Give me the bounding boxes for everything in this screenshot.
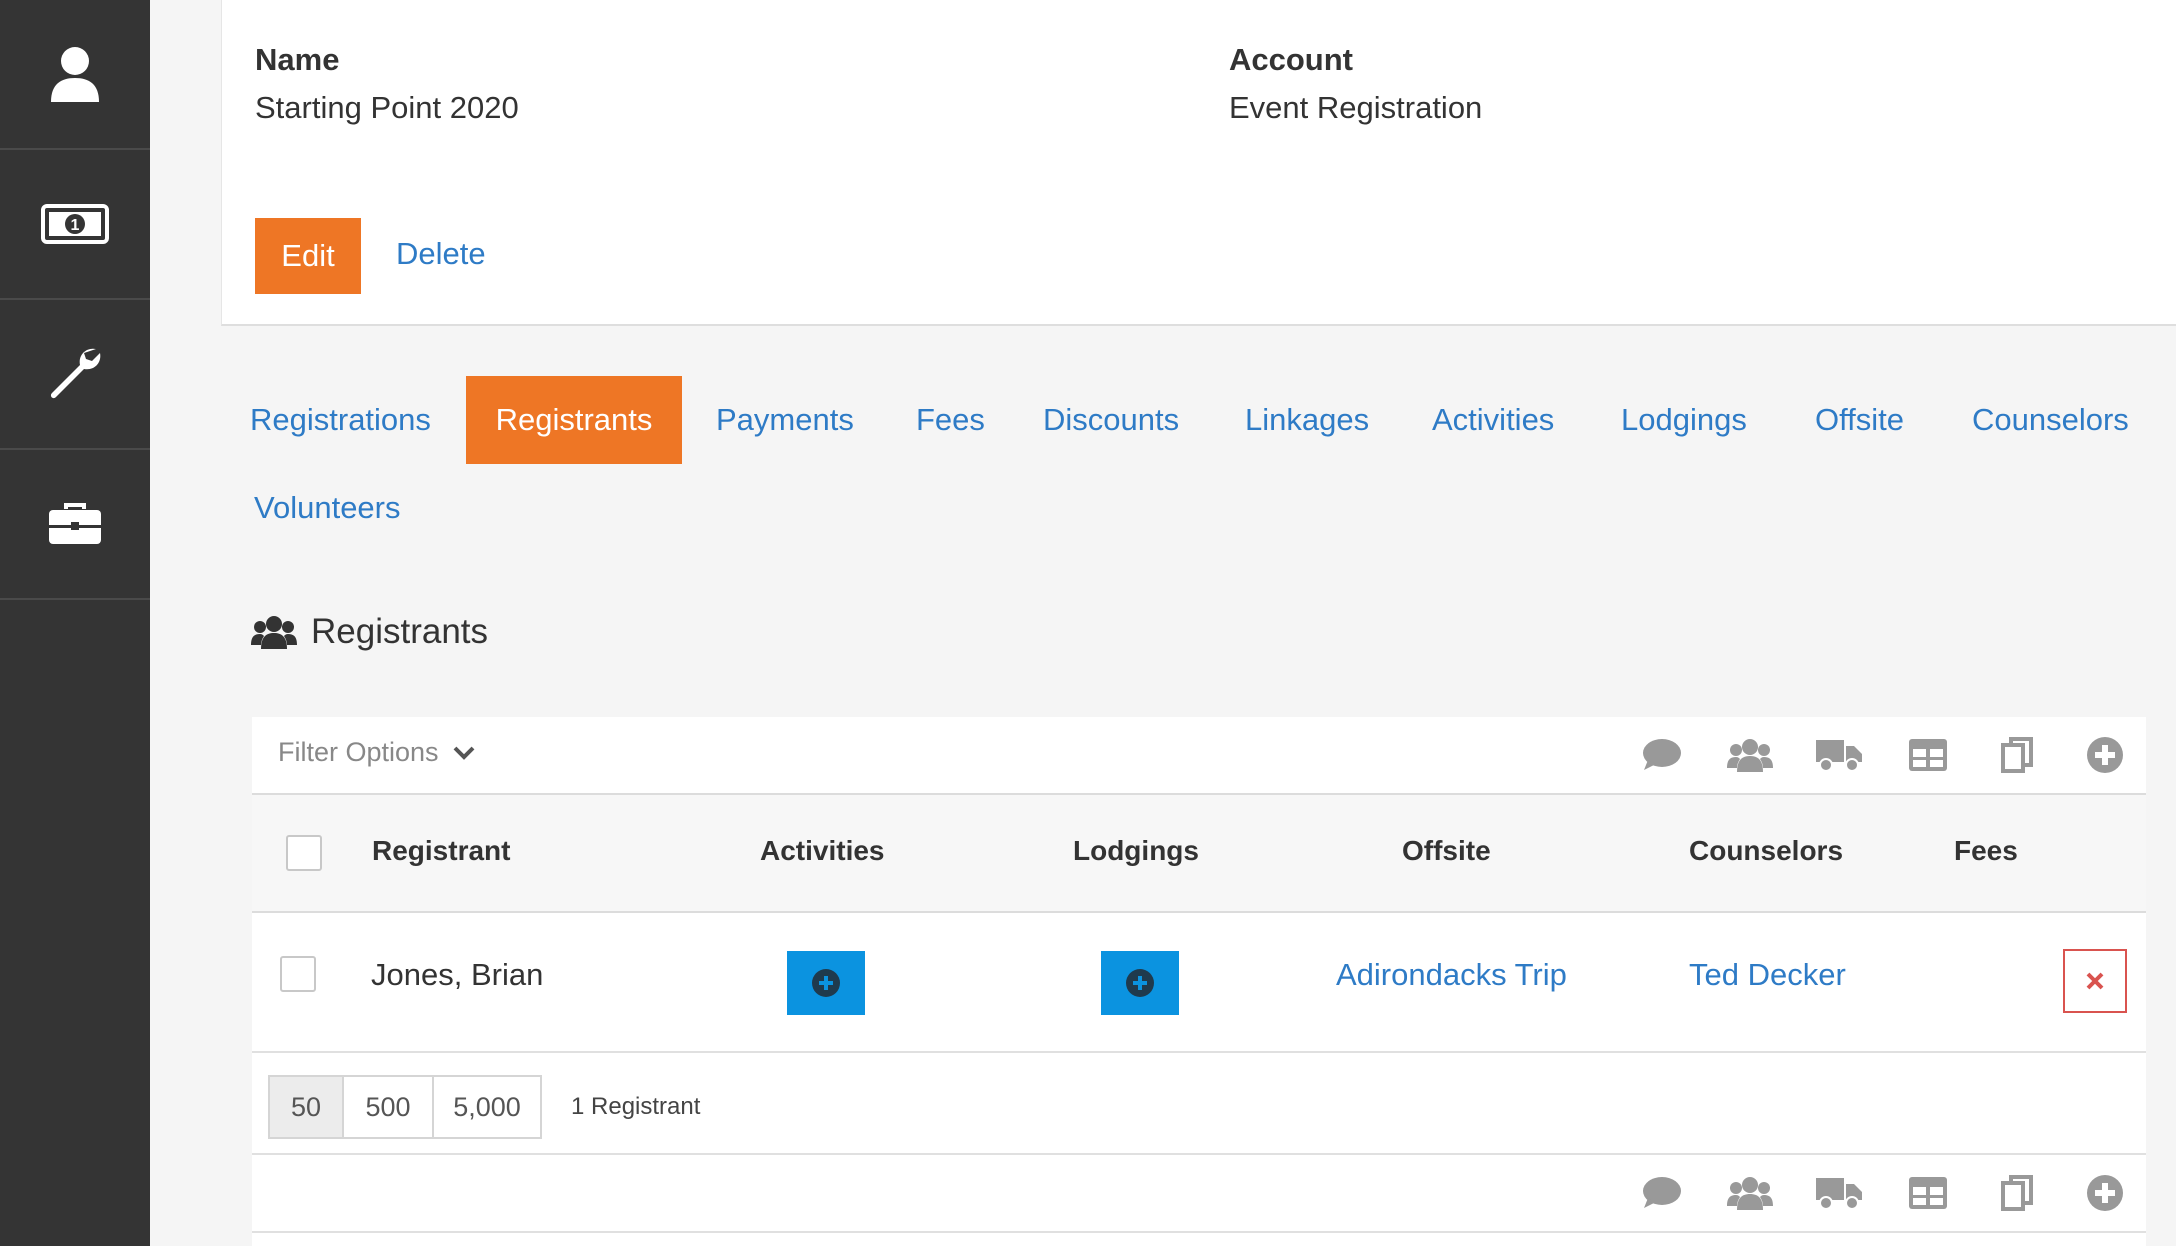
table-icon — [1909, 739, 1947, 771]
briefcase-icon — [49, 503, 101, 544]
add-lodging-button[interactable] — [1101, 951, 1179, 1015]
page-size-5000[interactable]: 5,000 — [434, 1077, 540, 1137]
account-value: Event Registration — [1229, 90, 1483, 125]
event-detail-panel: Name Starting Point 2020 Account Event R… — [221, 0, 2176, 326]
close-icon — [2086, 972, 2104, 990]
grid-footer-toolbar — [252, 1153, 2146, 1233]
column-header-lodgings[interactable]: Lodgings — [1073, 835, 1199, 867]
users-icon — [1727, 1177, 1773, 1210]
edit-button[interactable]: Edit — [255, 218, 361, 294]
truck-icon — [1816, 1178, 1862, 1210]
add-registrant-button[interactable] — [2075, 1155, 2135, 1231]
section-header: Registrants — [251, 612, 488, 652]
tab-offsite[interactable]: Offsite — [1815, 402, 1904, 438]
truck-icon — [1816, 740, 1862, 772]
export-excel-button[interactable] — [1898, 1155, 1958, 1231]
tab-fees[interactable]: Fees — [916, 402, 985, 438]
page-size-500[interactable]: 500 — [344, 1077, 434, 1137]
counselor-link[interactable]: Ted Decker — [1689, 957, 1846, 993]
record-count: 1 Registrant — [571, 1093, 701, 1120]
tab-registrations[interactable]: Registrations — [250, 402, 431, 438]
tab-registrants[interactable]: Registrants — [466, 376, 682, 464]
registrants-grid: Filter Options Registrant Activities Lod… — [252, 717, 2146, 1246]
wrench-icon — [50, 348, 101, 399]
users-icon — [251, 616, 297, 649]
table-icon — [1909, 1177, 1947, 1209]
comment-icon — [1643, 1177, 1681, 1208]
copy-icon — [2001, 737, 2033, 773]
add-activity-button[interactable] — [787, 951, 865, 1015]
money-icon: 1 — [41, 204, 109, 244]
add-icon — [2087, 737, 2123, 773]
tab-discounts[interactable]: Discounts — [1043, 402, 1179, 438]
tab-activities[interactable]: Activities — [1432, 402, 1554, 438]
name-value: Starting Point 2020 — [255, 90, 519, 125]
column-header-registrant[interactable]: Registrant — [372, 835, 510, 867]
table-row[interactable]: Jones, Brian Adirondacks Trip Ted Decker — [252, 913, 2146, 1053]
transport-button[interactable] — [1809, 1155, 1869, 1231]
comment-icon — [1643, 739, 1681, 770]
tab-volunteers[interactable]: Volunteers — [254, 490, 401, 526]
delete-row-button[interactable] — [2063, 949, 2127, 1013]
tab-counselors[interactable]: Counselors — [1972, 402, 2129, 438]
chevron-down-icon — [453, 746, 474, 760]
communicate-button[interactable] — [1632, 1155, 1692, 1231]
communicate-button[interactable] — [1632, 717, 1692, 793]
merge-template-button[interactable] — [1987, 717, 2047, 793]
transport-button[interactable] — [1809, 717, 1869, 793]
sidebar-item-finance[interactable]: 1 — [0, 150, 150, 300]
add-icon — [1126, 969, 1154, 997]
sidebar-item-admin[interactable] — [0, 450, 150, 600]
section-title: Registrants — [311, 612, 489, 651]
column-header-counselors[interactable]: Counselors — [1689, 835, 1843, 867]
column-header-fees[interactable]: Fees — [1954, 835, 2018, 867]
sidebar-item-person[interactable] — [0, 0, 150, 150]
filter-options-toggle[interactable]: Filter Options — [278, 737, 475, 768]
tab-linkages[interactable]: Linkages — [1245, 402, 1369, 438]
copy-icon — [2001, 1175, 2033, 1211]
tab-payments[interactable]: Payments — [716, 402, 854, 438]
column-header-offsite[interactable]: Offsite — [1402, 835, 1491, 867]
offsite-link[interactable]: Adirondacks Trip — [1336, 957, 1567, 993]
registrant-name: Jones, Brian — [371, 957, 544, 992]
grid-header: Registrant Activities Lodgings Offsite C… — [252, 793, 2146, 913]
user-icon — [51, 47, 99, 102]
page-size-50[interactable]: 50 — [270, 1077, 344, 1137]
select-all-checkbox[interactable] — [286, 835, 322, 871]
export-excel-button[interactable] — [1898, 717, 1958, 793]
merge-template-button[interactable] — [1987, 1155, 2047, 1231]
filter-options-label: Filter Options — [278, 737, 439, 767]
account-label: Account — [1229, 42, 1353, 77]
name-label: Name — [255, 42, 340, 77]
page-size-selector: 50 500 5,000 — [268, 1075, 542, 1139]
add-icon — [812, 969, 840, 997]
svg-text:1: 1 — [71, 217, 80, 234]
sidebar: 1 — [0, 0, 150, 1246]
group-placement-button[interactable] — [1720, 717, 1780, 793]
users-icon — [1727, 739, 1773, 772]
row-select-checkbox[interactable] — [280, 956, 316, 992]
delete-link[interactable]: Delete — [396, 236, 486, 272]
grid-pager: 50 500 5,000 1 Registrant — [252, 1053, 2146, 1153]
sidebar-item-tools[interactable] — [0, 300, 150, 450]
column-header-activities[interactable]: Activities — [760, 835, 885, 867]
group-placement-button[interactable] — [1720, 1155, 1780, 1231]
add-registrant-button[interactable] — [2075, 717, 2135, 793]
add-icon — [2087, 1175, 2123, 1211]
grid-toolbar: Filter Options — [252, 717, 2146, 793]
tab-lodgings[interactable]: Lodgings — [1621, 402, 1747, 438]
